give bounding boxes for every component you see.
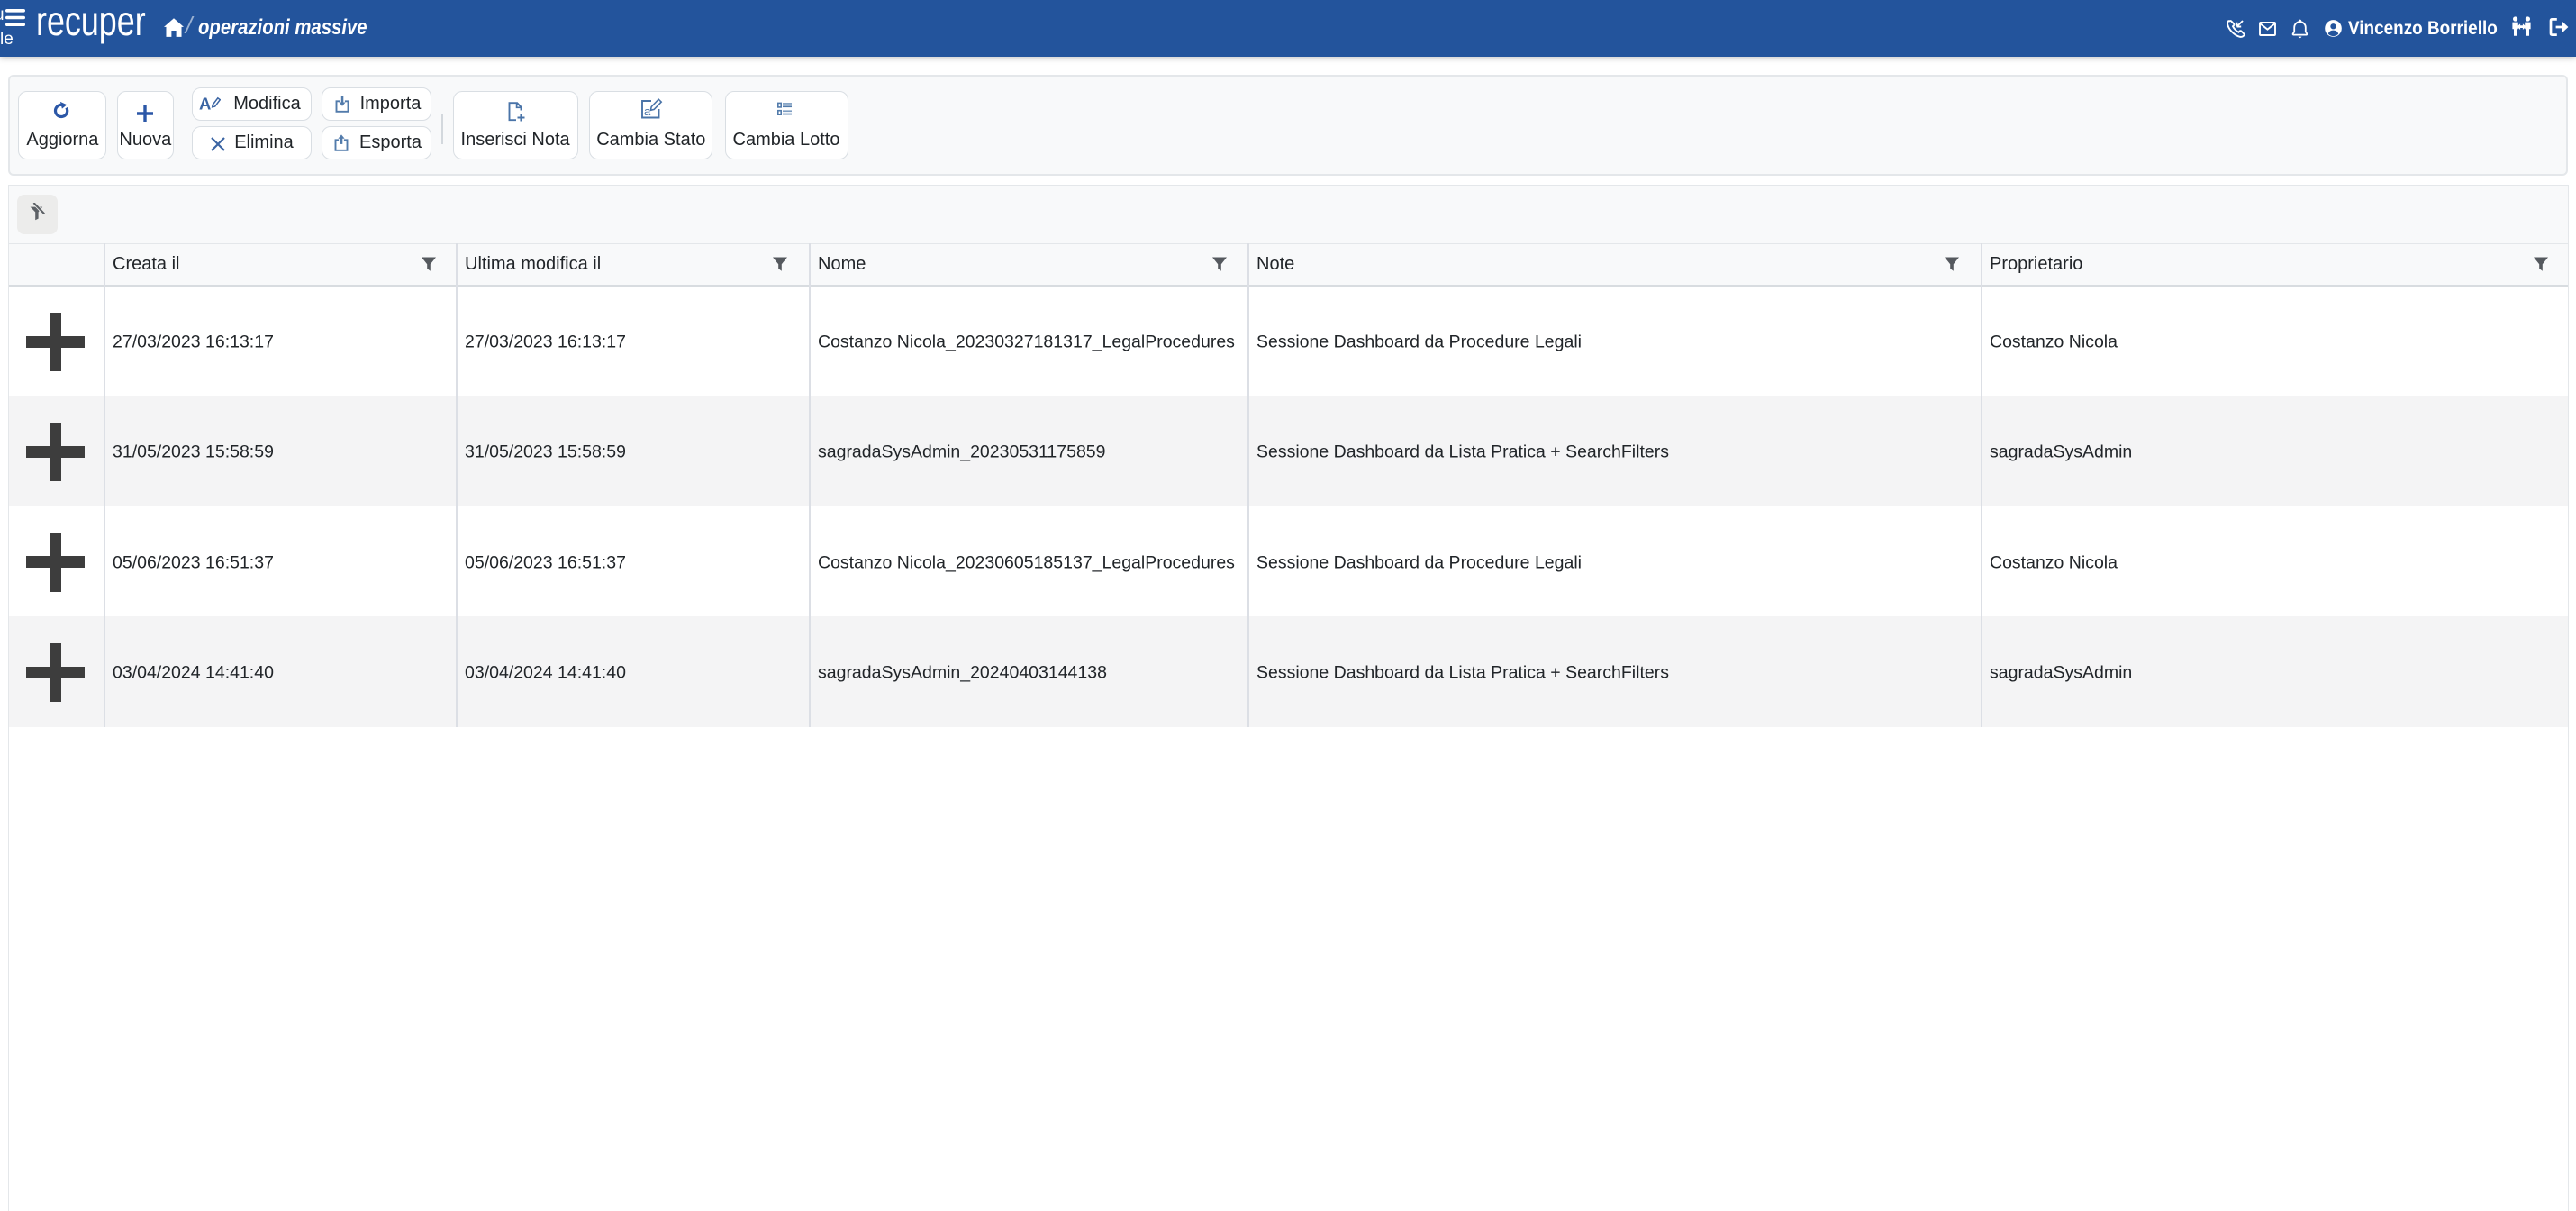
svg-text:a: a	[644, 105, 651, 118]
svg-text:A: A	[199, 95, 211, 114]
